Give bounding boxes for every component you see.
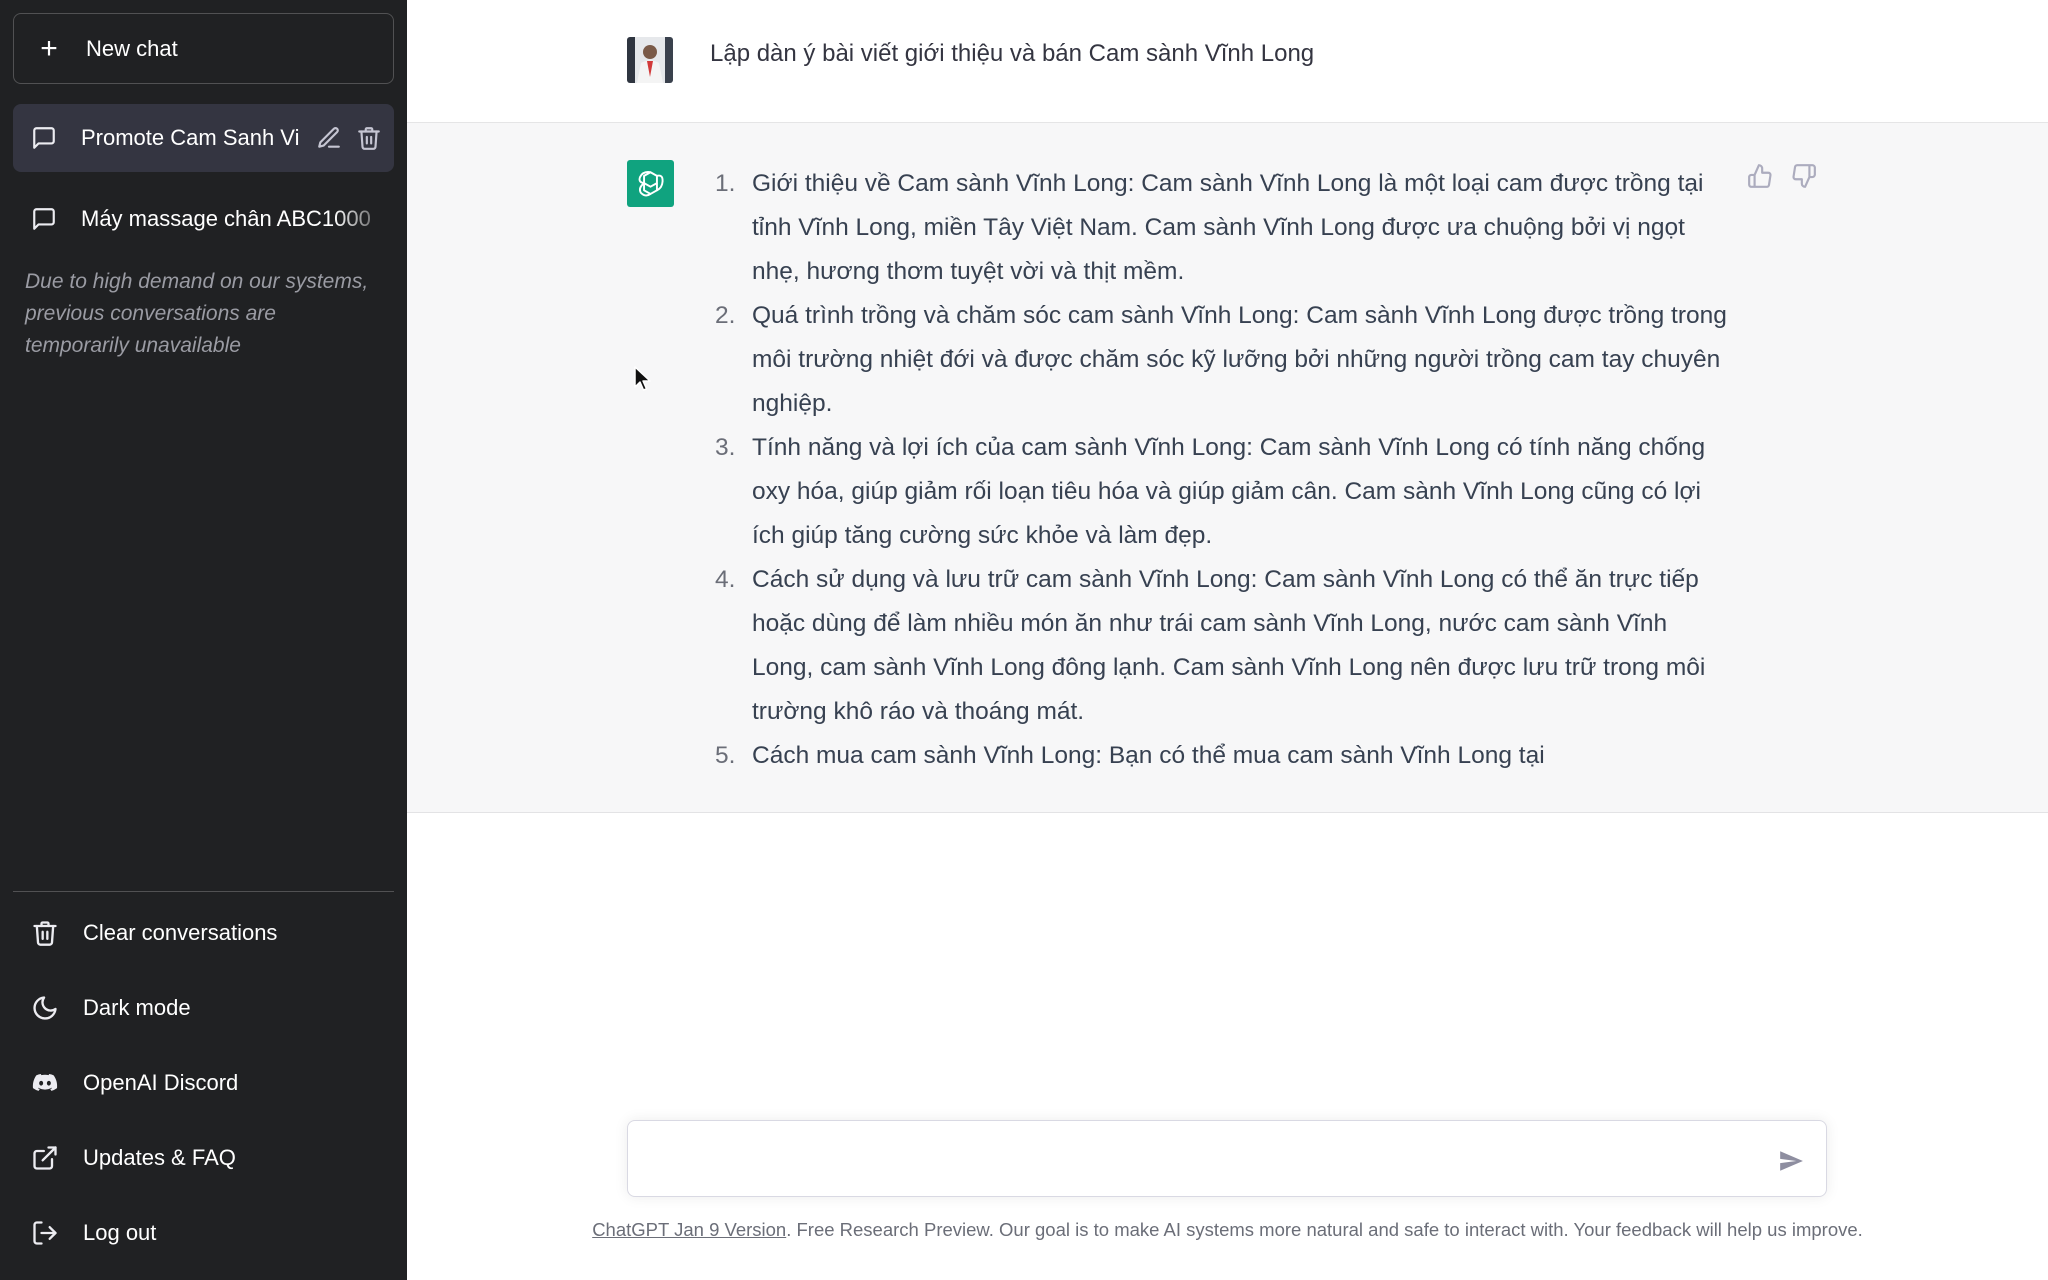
sidebar: + New chat Promote Cam Sanh Vi Máy massa… [0, 0, 407, 1280]
updates-faq-link[interactable]: Updates & FAQ [13, 1127, 394, 1189]
footer-text: . Free Research Preview. Our goal is to … [786, 1219, 1863, 1240]
discord-icon [32, 1074, 58, 1091]
new-chat-button[interactable]: + New chat [13, 13, 394, 84]
chat-bubble-icon [33, 208, 55, 230]
app-window: + New chat Promote Cam Sanh Vi Máy massa… [0, 0, 2048, 1280]
mouse-cursor-icon [634, 366, 651, 391]
assistant-message-row: 1. Giới thiệu về Cam sành Vĩnh Long: Cam … [407, 123, 2048, 813]
assistant-message-text: 1. Giới thiệu về Cam sành Vĩnh Long: Cam … [707, 162, 2048, 778]
sidebar-divider [13, 891, 394, 892]
delete-icon[interactable] [356, 125, 382, 151]
user-message-row: Lập dàn ý bài viết giới thiệu và bán Cam… [407, 0, 2048, 123]
conversation-item-active[interactable]: Promote Cam Sanh Vi [13, 104, 394, 172]
dark-mode-button[interactable]: Dark mode [13, 977, 394, 1039]
user-avatar [627, 37, 673, 83]
list-item: 3. Tính năng và lợi ích của cam sành Vĩnh… [707, 426, 2048, 558]
send-icon[interactable] [1778, 1148, 1804, 1174]
list-number: 3. [715, 434, 736, 461]
list-item: 4. Cách sử dụng và lưu trữ cam sành Vĩnh … [707, 558, 2048, 734]
logout-icon [33, 1221, 57, 1245]
history-unavailable-notice: Due to high demand on our systems, previ… [25, 270, 369, 357]
menu-label: Clear conversations [83, 920, 278, 945]
plus-icon: + [40, 31, 58, 65]
conversation-item[interactable]: Máy massage chân ABC1000 [13, 185, 394, 253]
conversation-title: Promote Cam Sanh Vi [81, 125, 300, 150]
chat-main: Lập dàn ý bài viết giới thiệu và bán Cam… [407, 0, 2048, 1280]
user-message-text: Lập dàn ý bài viết giới thiệu và bán Cam… [710, 40, 1315, 67]
trash-icon [33, 921, 57, 946]
list-item: 1. Giới thiệu về Cam sành Vĩnh Long: Cam … [707, 162, 2048, 294]
list-item: 2. Quá trình trồng và chăm sóc cam sành V… [707, 294, 2048, 426]
moon-icon [33, 996, 57, 1020]
thumbs-up-icon[interactable] [1747, 163, 1773, 189]
list-text: Giới thiệu về Cam sành Vĩnh Long: Cam sà… [752, 170, 1704, 285]
list-text: Quá trình trồng và chăm sóc cam sành Vĩn… [752, 302, 1727, 417]
openai-discord-link[interactable]: OpenAI Discord [13, 1052, 394, 1114]
thumbs-down-icon[interactable] [1791, 163, 1817, 189]
log-out-button[interactable]: Log out [13, 1202, 394, 1264]
chat-bubble-icon [33, 127, 55, 149]
openai-logo-icon [627, 160, 674, 207]
list-number: 4. [715, 566, 736, 593]
menu-label: OpenAI Discord [83, 1070, 239, 1095]
new-chat-label: New chat [86, 35, 178, 61]
version-link[interactable]: ChatGPT Jan 9 Version [592, 1219, 786, 1240]
external-link-icon [33, 1146, 57, 1170]
outline-list: 1. Giới thiệu về Cam sành Vĩnh Long: Cam … [707, 162, 2048, 778]
feedback-buttons [1747, 163, 1817, 189]
footer-disclaimer: ChatGPT Jan 9 Version. Free Research Pre… [407, 1219, 2048, 1241]
menu-label: Updates & FAQ [83, 1145, 236, 1170]
list-number: 2. [715, 302, 736, 329]
clear-conversations-button[interactable]: Clear conversations [13, 902, 394, 964]
message-composer [627, 1120, 1827, 1197]
list-item: 5. Cách mua cam sành Vĩnh Long: Bạn có th… [707, 734, 2048, 778]
list-text: Cách mua cam sành Vĩnh Long: Bạn có thể … [752, 742, 1545, 769]
message-input[interactable] [646, 1143, 1746, 1177]
menu-label: Dark mode [83, 995, 191, 1020]
edit-icon[interactable] [316, 125, 342, 151]
menu-label: Log out [83, 1220, 157, 1245]
list-text: Tính năng và lợi ích của cam sành Vĩnh L… [752, 434, 1706, 549]
list-number: 1. [715, 170, 736, 197]
list-text: Cách sử dụng và lưu trữ cam sành Vĩnh Lo… [752, 566, 1706, 725]
list-number: 5. [715, 742, 736, 769]
